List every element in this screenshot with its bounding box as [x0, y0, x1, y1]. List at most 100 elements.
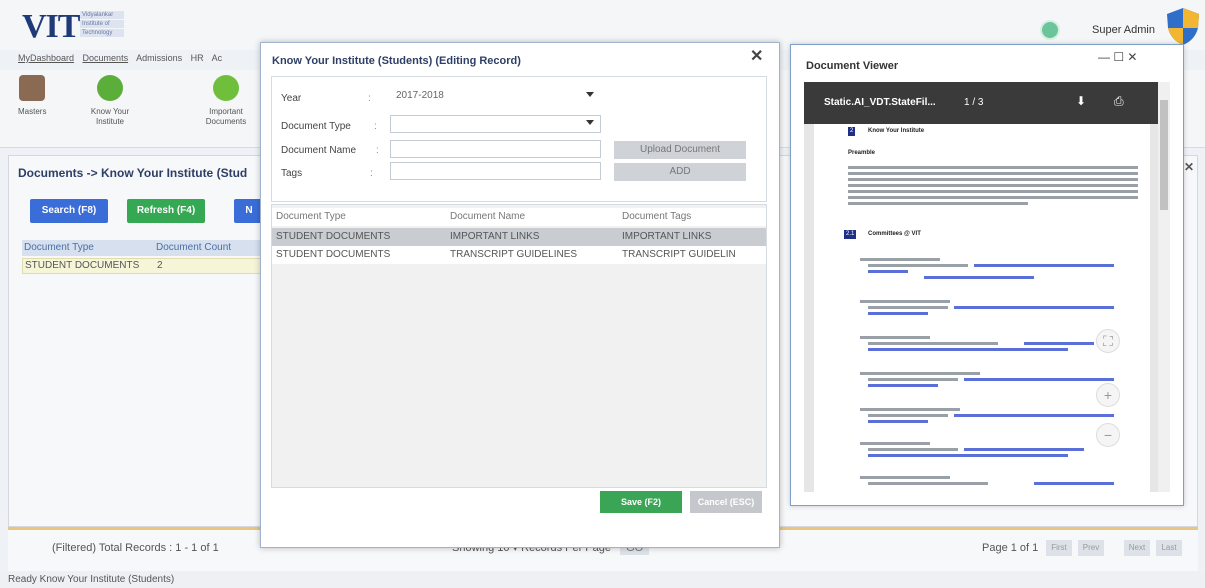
- grid-header: Document Type Document Count: [22, 240, 262, 256]
- breadcrumb: Documents -> Know Your Institute (Stud: [18, 166, 248, 180]
- pdf-link[interactable]: [1034, 482, 1114, 485]
- pdf-text-line: [860, 336, 930, 339]
- menu-hr[interactable]: HR: [191, 53, 204, 63]
- next-page-button[interactable]: Next: [1124, 540, 1150, 556]
- cell-document-type: STUDENT DOCUMENTS: [276, 249, 391, 260]
- logo-line-3: Technology: [80, 29, 124, 37]
- viewer-title: Document Viewer: [806, 60, 899, 72]
- menu-dashboard[interactable]: MyDashboard: [18, 53, 74, 63]
- grid-cell-type: STUDENT DOCUMENTS: [25, 260, 140, 271]
- pdf-link[interactable]: [868, 348, 1068, 351]
- pdf-link[interactable]: [868, 270, 908, 273]
- ribbon-important-documents[interactable]: Important Documents: [198, 75, 254, 127]
- pdf-link[interactable]: [964, 378, 1114, 381]
- logo-line-1: Vidyalankar: [80, 11, 124, 19]
- side-close-icon[interactable]: ✕: [1184, 160, 1194, 174]
- pdf-text-line: [868, 378, 958, 381]
- pdf-text-line: [868, 448, 958, 451]
- grid-header-count[interactable]: Document Count: [156, 242, 231, 253]
- document-type-select[interactable]: [390, 115, 601, 133]
- search-button[interactable]: Search (F8): [30, 199, 108, 223]
- user-avatar[interactable]: [1040, 20, 1060, 40]
- section-title: Committees @ VIT: [868, 231, 921, 237]
- shield-icon: [1167, 8, 1199, 45]
- document-name-label: Document Name: [281, 145, 357, 156]
- upload-document-button[interactable]: Upload Document: [614, 141, 746, 159]
- pdf-scroll-thumb[interactable]: [1160, 100, 1168, 210]
- fit-page-icon[interactable]: ⛶: [1096, 329, 1120, 353]
- pdf-link[interactable]: [964, 448, 1084, 451]
- document-name-field[interactable]: [390, 140, 601, 158]
- table-row[interactable]: STUDENT DOCUMENTS 2: [22, 258, 262, 274]
- grid-cell-count: 2: [157, 260, 163, 271]
- section-number: 2: [848, 127, 856, 136]
- logo-line-2: Institute of: [80, 20, 124, 28]
- pdf-link[interactable]: [954, 306, 1114, 309]
- year-select[interactable]: 2017-2018: [390, 87, 601, 105]
- col-document-tags[interactable]: Document Tags: [622, 211, 691, 222]
- first-page-button[interactable]: First: [1046, 540, 1072, 556]
- pdf-text-line: [868, 306, 948, 309]
- cell-document-name: TRANSCRIPT GUIDELINES: [450, 249, 578, 260]
- pdf-text-line: [868, 342, 998, 345]
- logo-subtitle: Vidyalankar Institute of Technology: [80, 11, 124, 38]
- refresh-button[interactable]: Refresh (F4): [127, 199, 205, 223]
- menu-ac[interactable]: Ac: [212, 53, 223, 63]
- zoom-out-icon[interactable]: −: [1096, 423, 1120, 447]
- dialog-close-icon[interactable]: ✕: [750, 46, 763, 66]
- important-documents-icon: [213, 75, 239, 101]
- tags-label: Tags: [281, 168, 303, 179]
- pdf-link[interactable]: [974, 264, 1114, 267]
- pdf-text-line: [860, 408, 960, 411]
- pdf-text-line: [860, 442, 930, 445]
- viewer-window-controls[interactable]: — ☐ ✕: [1098, 50, 1137, 64]
- document-type-colon: :: [374, 121, 377, 132]
- preamble-heading: Preamble: [848, 150, 876, 156]
- pdf-link[interactable]: [868, 454, 1068, 457]
- section-title: Know Your Institute: [868, 128, 925, 134]
- last-page-button[interactable]: Last: [1156, 540, 1182, 556]
- pdf-link[interactable]: [868, 312, 928, 315]
- pdf-text-line: [848, 190, 1138, 193]
- cell-document-tags: TRANSCRIPT GUIDELIN: [622, 249, 736, 260]
- user-name[interactable]: Super Admin: [1092, 24, 1155, 36]
- ribbon-know-institute[interactable]: Know Your Institute: [84, 75, 136, 127]
- page-indicator: Page 1 of 1: [982, 542, 1039, 554]
- pdf-text-line: [860, 258, 940, 261]
- pdf-text-line: [848, 202, 1028, 205]
- pdf-text-line: [860, 372, 980, 375]
- chevron-down-icon: [586, 92, 594, 97]
- prev-page-button[interactable]: Prev: [1078, 540, 1104, 556]
- add-button[interactable]: ADD: [614, 163, 746, 181]
- tags-colon: :: [370, 168, 373, 179]
- pdf-text-line: [848, 178, 1138, 181]
- download-icon[interactable]: ⬇: [1076, 94, 1086, 108]
- pdf-link[interactable]: [868, 420, 928, 423]
- pdf-link[interactable]: [1024, 342, 1094, 345]
- menu-documents[interactable]: Documents: [83, 53, 129, 63]
- col-document-type[interactable]: Document Type: [276, 211, 346, 222]
- menu-admissions[interactable]: Admissions: [136, 53, 182, 63]
- save-button[interactable]: Save (F2): [600, 491, 682, 513]
- pdf-link[interactable]: [954, 414, 1114, 417]
- zoom-in-icon[interactable]: +: [1096, 383, 1120, 407]
- table-row[interactable]: STUDENT DOCUMENTS TRANSCRIPT GUIDELINES …: [272, 246, 766, 264]
- pdf-text-line: [868, 264, 968, 267]
- col-document-name[interactable]: Document Name: [450, 211, 525, 222]
- documents-table-header: Document Type Document Name Document Tag…: [272, 208, 766, 226]
- cell-document-type: STUDENT DOCUMENTS: [276, 231, 391, 242]
- app-logo: VIT: [22, 8, 80, 45]
- pdf-text-line: [868, 482, 988, 485]
- pdf-link[interactable]: [924, 276, 1034, 279]
- print-icon[interactable]: ⎙: [1114, 94, 1124, 109]
- pdf-text-line: [860, 476, 950, 479]
- table-row[interactable]: STUDENT DOCUMENTS IMPORTANT LINKS IMPORT…: [272, 228, 766, 246]
- tags-field[interactable]: [390, 162, 601, 180]
- grid-header-type[interactable]: Document Type: [24, 242, 94, 253]
- ribbon-masters-label: Masters: [18, 107, 47, 116]
- pdf-link[interactable]: [868, 384, 938, 387]
- cancel-button[interactable]: Cancel (ESC): [690, 491, 762, 513]
- cell-document-name: IMPORTANT LINKS: [450, 231, 540, 242]
- year-colon: :: [368, 93, 371, 104]
- ribbon-masters[interactable]: Masters: [18, 75, 46, 117]
